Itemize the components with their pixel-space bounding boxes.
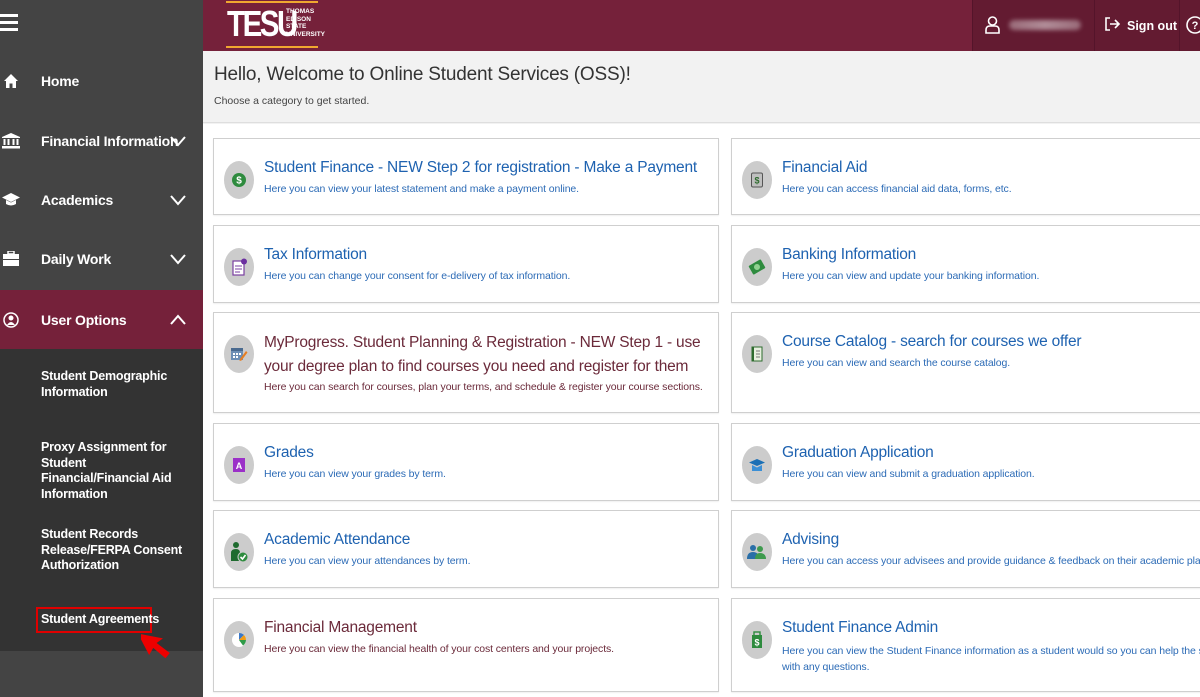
card-financial-aid[interactable]: $ Financial Aid Here you can access fina… — [731, 138, 1200, 215]
sign-out-icon — [1105, 17, 1121, 31]
sidebar-item-daily-work[interactable]: Daily Work — [0, 229, 203, 288]
graduation-cap-icon — [2, 191, 20, 209]
sidebar-item-label: Financial Information — [41, 132, 179, 149]
card-title: Tax Information — [264, 246, 367, 263]
sidebar-item-academics[interactable]: Academics — [0, 170, 203, 229]
hamburger-icon[interactable] — [0, 14, 20, 34]
card-description: Here you can view your attendances by te… — [264, 555, 471, 567]
card-course-catalog[interactable]: Course Catalog - search for courses we o… — [731, 312, 1200, 413]
pie-chart-icon — [224, 621, 254, 659]
submenu-item-ferpa-consent[interactable]: Student Records Release/FERPA Consent Au… — [41, 527, 191, 574]
card-title: Student Finance Admin — [782, 619, 939, 636]
submenu-item-student-demographic-information[interactable]: Student Demographic Information — [41, 369, 191, 400]
card-description: Here you can view your latest statement … — [264, 183, 579, 195]
category-grid: $ Student Finance - NEW Step 2 for regis… — [203, 124, 1200, 697]
chevron-up-icon[interactable] — [170, 312, 186, 328]
user-name-redacted — [1009, 20, 1081, 30]
card-title: Financial Aid — [782, 159, 868, 176]
pointer-arrow-icon — [141, 633, 170, 659]
card-student-finance-admin[interactable]: $ Student Finance Admin Here you can vie… — [731, 598, 1200, 692]
financial-aid-icon: $ — [742, 161, 772, 199]
card-title: Student Finance - NEW Step 2 for registr… — [264, 159, 697, 176]
sign-out-button[interactable]: Sign out — [1094, 0, 1179, 51]
sidebar-item-financial-information[interactable]: Financial Information — [0, 111, 203, 170]
calendar-edit-icon — [224, 335, 254, 373]
chevron-down-icon[interactable] — [170, 192, 186, 208]
tesu-logo[interactable]: TESU THOMAS EDISON STATE UNIVERSITY — [223, 0, 325, 49]
card-description: Here you can view and search the course … — [782, 357, 1011, 369]
card-banking-information[interactable]: Banking Information Here you can view an… — [731, 225, 1200, 303]
card-description: Here you can view your grades by term. — [264, 468, 446, 480]
card-description: Here you can access your advisees and pr… — [782, 555, 1200, 567]
card-title: Course Catalog - search for courses we o… — [782, 333, 1082, 350]
card-graduation-application[interactable]: Graduation Application Here you can view… — [731, 423, 1200, 501]
sidebar-item-home[interactable]: Home — [0, 51, 203, 110]
finance-admin-icon: $ — [742, 621, 772, 659]
card-description: Here you can view and submit a graduatio… — [782, 468, 1035, 480]
help-button[interactable]: ? — [1179, 0, 1200, 51]
svg-text:$: $ — [754, 176, 759, 186]
sidebar-item-user-options[interactable]: User Options — [0, 290, 203, 349]
user-circle-icon — [2, 311, 20, 329]
user-options-submenu: Student Demographic Information Proxy As… — [0, 349, 203, 651]
sidebar-item-label: Daily Work — [41, 250, 112, 267]
user-account-button[interactable] — [972, 0, 1094, 51]
card-student-finance[interactable]: $ Student Finance - NEW Step 2 for regis… — [213, 138, 719, 215]
tax-document-icon — [224, 248, 254, 286]
top-header: TESU THOMAS EDISON STATE UNIVERSITY Sign… — [203, 0, 1200, 51]
card-myprogress[interactable]: MyProgress. Student Planning & Registrat… — [213, 312, 719, 413]
logo-subtitle: THOMAS EDISON STATE UNIVERSITY — [286, 8, 326, 38]
briefcase-icon — [2, 250, 20, 268]
sidebar-item-label: Home — [41, 72, 80, 89]
card-title: Advising — [782, 531, 839, 548]
graduation-icon — [742, 446, 772, 484]
card-description: Here you can search for courses, plan yo… — [264, 381, 703, 393]
chevron-down-icon[interactable] — [170, 133, 186, 149]
card-description: Here you can view the Student Finance in… — [782, 645, 1200, 673]
card-title: Academic Attendance — [264, 531, 411, 548]
card-title: Graduation Application — [782, 444, 934, 461]
money-bag-icon — [742, 248, 772, 286]
chevron-down-icon[interactable] — [170, 251, 186, 267]
card-title: MyProgress. Student Planning & Registrat… — [264, 334, 701, 375]
user-icon — [985, 16, 1000, 34]
card-description: Here you can access financial aid data, … — [782, 183, 1012, 195]
card-description: Here you can view the financial health o… — [264, 643, 614, 655]
svg-text:$: $ — [236, 176, 242, 187]
svg-text:A: A — [236, 461, 243, 471]
home-icon — [2, 72, 20, 90]
bank-icon — [2, 132, 20, 150]
card-academic-attendance[interactable]: Academic Attendance Here you can view yo… — [213, 510, 719, 588]
card-description: Here you can change your consent for e-d… — [264, 270, 571, 282]
svg-text:?: ? — [1192, 20, 1199, 32]
card-financial-management[interactable]: Financial Management Here you can view t… — [213, 598, 719, 692]
help-icon: ? — [1186, 16, 1200, 34]
sidebar-item-label: Academics — [41, 191, 114, 208]
card-title: Grades — [264, 444, 314, 461]
dollar-coin-icon: $ — [224, 161, 254, 199]
grade-a-icon: A — [224, 446, 254, 484]
card-description: Here you can view and update your bankin… — [782, 270, 1040, 282]
advisees-icon — [742, 533, 772, 571]
card-title: Banking Information — [782, 246, 917, 263]
sidebar: Home Financial Information Academics Dai… — [0, 0, 203, 697]
card-advising[interactable]: Advising Here you can access your advise… — [731, 510, 1200, 588]
card-grades[interactable]: A Grades Here you can view your grades b… — [213, 423, 719, 501]
submenu-item-student-agreements[interactable]: Student Agreements — [36, 607, 159, 633]
welcome-banner: Hello, Welcome to Online Student Service… — [203, 51, 1200, 123]
sidebar-item-label: User Options — [41, 311, 127, 328]
page-title: Hello, Welcome to Online Student Service… — [214, 64, 631, 85]
page-subtitle: Choose a category to get started. — [214, 95, 370, 107]
submenu-item-proxy-assignment[interactable]: Proxy Assignment for Student Financial/F… — [41, 440, 191, 502]
card-tax-information[interactable]: Tax Information Here you can change your… — [213, 225, 719, 303]
catalog-book-icon — [742, 335, 772, 373]
svg-text:$: $ — [754, 638, 759, 648]
attendance-check-icon — [224, 533, 254, 571]
card-title: Financial Management — [264, 619, 417, 636]
